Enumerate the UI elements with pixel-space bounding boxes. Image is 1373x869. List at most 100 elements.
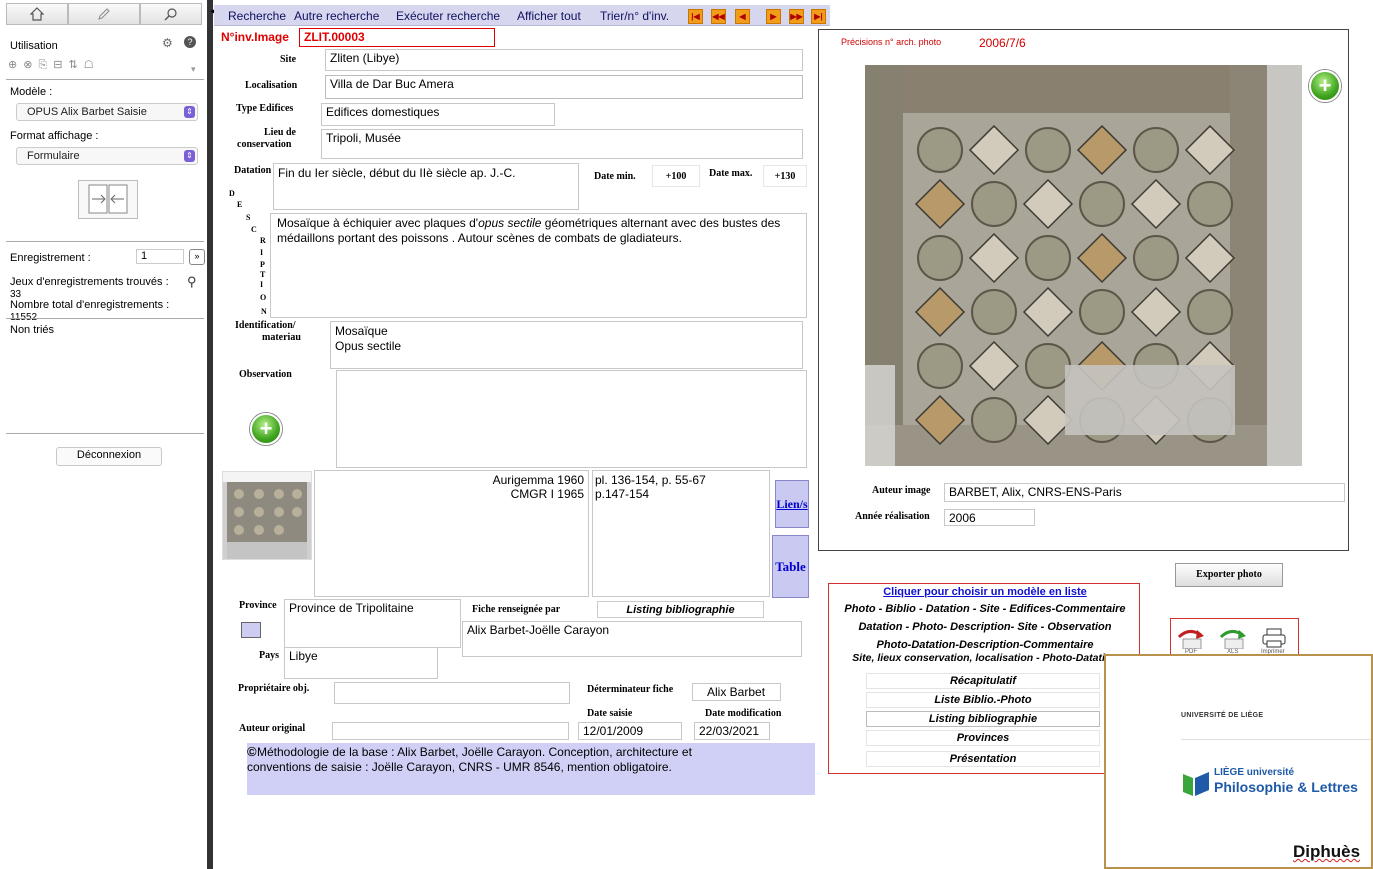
add-plus-icon[interactable]: + xyxy=(250,413,282,445)
fiche-field[interactable]: Alix Barbet-Joëlle Carayon xyxy=(462,621,802,657)
menu-recherche[interactable]: Recherche xyxy=(228,9,286,23)
first-record-button[interactable]: |◀ xyxy=(688,9,703,24)
date-saisie-field[interactable]: 12/01/2009 xyxy=(578,722,682,740)
next-set-button[interactable]: ▶▶ xyxy=(789,9,804,24)
lieu-label-2: conservation xyxy=(237,139,292,150)
biblio-author-line: CMGR I 1965 xyxy=(510,487,584,501)
layout-icon[interactable]: ☖ xyxy=(84,59,100,71)
determinateur-field[interactable]: Alix Barbet xyxy=(692,683,781,701)
mosaic-medallion xyxy=(917,343,963,389)
provinces-button[interactable]: Provinces xyxy=(866,730,1100,746)
liste-biblio-photo-button[interactable]: Liste Biblio.-Photo xyxy=(866,692,1100,708)
modele-select[interactable]: OPUS Alix Barbet Saisie ⇕ xyxy=(16,103,198,121)
mosaic-photo[interactable] xyxy=(865,65,1302,466)
menu-afficher-tout[interactable]: Afficher tout xyxy=(517,9,581,23)
lieu-conservation-field[interactable]: Tripoli, Musée xyxy=(321,129,803,159)
modele-label: Modèle : xyxy=(10,86,53,98)
description-field[interactable]: Mosaïque à échiquier avec plaques d'opus… xyxy=(270,213,807,318)
menu-trier[interactable]: Trier/n° d'inv. xyxy=(600,9,669,23)
prev-set-button[interactable]: ◀◀ xyxy=(711,9,726,24)
observation-field[interactable] xyxy=(336,370,807,468)
diphues-label: Diphuès xyxy=(1293,842,1361,861)
mosaic-medallion xyxy=(971,289,1017,335)
export-photo-button[interactable]: Exporter photo xyxy=(1175,563,1283,587)
print-button[interactable]: Imprimer xyxy=(1261,627,1295,657)
auteur-original-field[interactable] xyxy=(332,722,569,740)
model-option[interactable]: Site, lieux conservation, localisation -… xyxy=(829,652,1141,664)
date-modification-field[interactable]: 22/03/2021 xyxy=(694,722,770,740)
find-set-icon[interactable]: ⚲ xyxy=(187,274,197,290)
mosaic-medallion xyxy=(1187,181,1233,227)
next-record-button[interactable]: ▶ xyxy=(766,9,781,24)
annee-field[interactable]: 2006 xyxy=(944,509,1035,526)
recapitulatif-button[interactable]: Récapitulatif xyxy=(866,673,1100,689)
identification-field[interactable]: Mosaïque Opus sectile xyxy=(330,321,803,369)
divider xyxy=(6,318,204,319)
date-max-field[interactable]: +130 xyxy=(763,165,807,187)
mosaic-thumbnail-image xyxy=(223,472,311,559)
home-button[interactable] xyxy=(6,3,68,25)
localisation-field[interactable]: Villa de Dar Buc Amera xyxy=(325,75,803,99)
description-letter: I xyxy=(260,248,264,257)
new-record-icon[interactable]: ⊕ xyxy=(8,59,23,71)
precisions-value[interactable]: 2006/7/6 xyxy=(979,36,1026,50)
site-label: Site xyxy=(280,54,297,65)
book-view-icon xyxy=(88,184,128,214)
mosaic-thumbnail[interactable] xyxy=(222,471,312,560)
date-modification-label: Date modification xyxy=(705,708,782,719)
datation-field[interactable]: Fin du Ier siècle, début du IIè siècle a… xyxy=(273,163,579,210)
help-icon[interactable]: ? xyxy=(184,36,196,48)
settings-icon[interactable]: ⚙ xyxy=(162,36,173,50)
go-record-button[interactable]: » xyxy=(189,249,205,265)
format-select[interactable]: Formulaire ⇕ xyxy=(16,147,198,165)
province-checkbox[interactable] xyxy=(241,622,261,638)
lien-button[interactable]: Lien/s xyxy=(775,480,809,528)
find-button[interactable] xyxy=(140,3,202,25)
enregistrement-label: Enregistrement : xyxy=(10,252,91,264)
prev-record-button[interactable]: ◀ xyxy=(735,9,750,24)
last-record-button[interactable]: ▶| xyxy=(811,9,826,24)
listing-biblio-top-button[interactable]: Listing bibliographie xyxy=(597,601,764,618)
add-photo-plus-icon[interactable]: + xyxy=(1309,70,1341,102)
view-mode-button[interactable] xyxy=(78,180,138,219)
identification-line: Mosaïque xyxy=(335,324,388,338)
ninv-label: N°inv.Image xyxy=(221,30,289,44)
omit-icon[interactable]: ⊟ xyxy=(53,59,68,71)
proprietaire-field[interactable] xyxy=(334,682,570,704)
biblio-authors-field[interactable]: Aurigemma 1960 CMGR I 1965 xyxy=(314,470,589,597)
model-chooser-title[interactable]: Cliquer pour choisir un modèle en liste xyxy=(829,586,1141,598)
duplicate-icon[interactable]: ⎘ xyxy=(38,59,53,71)
model-option[interactable]: Photo-Datation-Description-Commentaire xyxy=(829,639,1141,651)
auteur-image-field[interactable]: BARBET, Alix, CNRS-ENS-Paris xyxy=(944,483,1345,502)
tools-dropdown-icon[interactable]: ▾ xyxy=(191,64,196,75)
mosaic-medallion xyxy=(1079,181,1125,227)
type-edifices-field[interactable]: Edifices domestiques xyxy=(321,103,555,126)
export-xls-button[interactable]: XLS xyxy=(1219,627,1249,657)
menu-autre-recherche[interactable]: Autre recherche xyxy=(294,9,379,23)
model-option[interactable]: Photo - Biblio - Datation - Site - Edifi… xyxy=(829,603,1141,615)
biblio-page-line: p.147-154 xyxy=(595,487,650,501)
model-option[interactable]: Datation - Photo- Description- Site - Ob… xyxy=(829,621,1141,633)
sort-status: Non triés xyxy=(10,324,55,336)
date-saisie-label: Date saisie xyxy=(587,708,633,719)
export-pdf-button[interactable]: PDF xyxy=(1177,627,1207,657)
identification-label: Identification/ xyxy=(235,320,296,331)
presentation-button[interactable]: Présentation xyxy=(866,751,1100,767)
delete-record-icon[interactable]: ⊗ xyxy=(23,59,38,71)
table-button[interactable]: Table xyxy=(772,535,809,598)
menu-executer-recherche[interactable]: Exécuter recherche xyxy=(396,9,500,23)
record-number-input[interactable]: 1 xyxy=(136,249,184,264)
description-letter: S xyxy=(246,213,251,222)
sort-icon[interactable]: ⇅ xyxy=(68,59,83,71)
panel-splitter[interactable] xyxy=(207,0,213,869)
pays-field[interactable]: Libye xyxy=(284,647,438,679)
date-min-field[interactable]: +100 xyxy=(652,165,700,187)
province-field[interactable]: Province de Tripolitaine xyxy=(284,599,461,648)
site-field[interactable]: Zliten (Libye) xyxy=(325,49,803,71)
edit-button[interactable] xyxy=(68,3,140,25)
listing-bibliographie-button[interactable]: Listing bibliographie xyxy=(866,711,1100,727)
identification-line: Opus sectile xyxy=(335,339,402,353)
biblio-pages-field[interactable]: pl. 136-154, p. 55-67 p.147-154 xyxy=(592,470,770,597)
ninv-field[interactable]: ZLIT.00003 xyxy=(299,28,495,47)
deconnexion-button[interactable]: Déconnexion xyxy=(56,447,162,466)
